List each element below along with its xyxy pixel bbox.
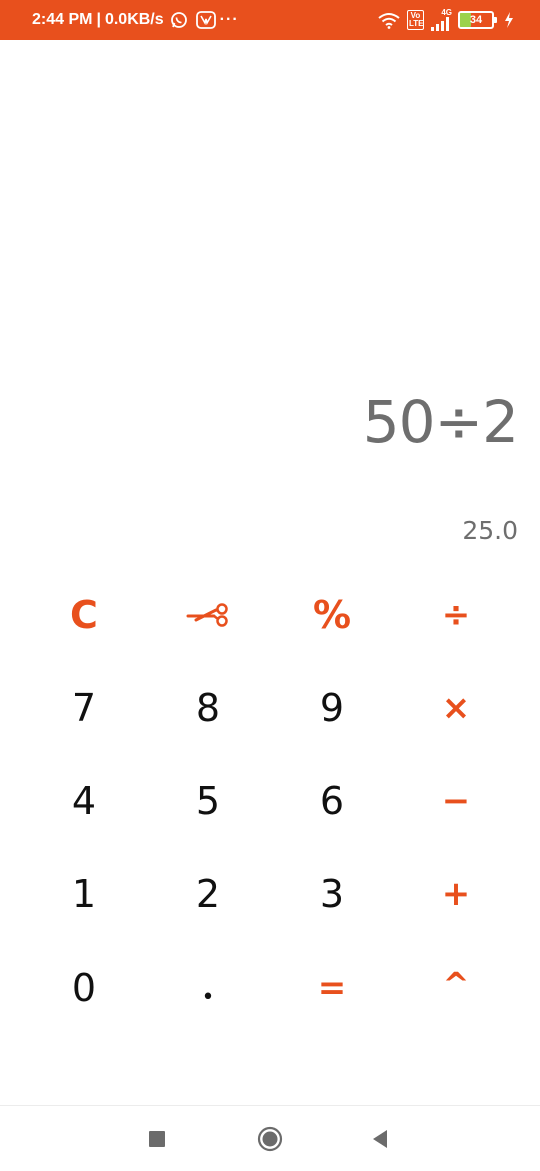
battery-icon: 34 xyxy=(458,11,497,29)
digit-7-button[interactable]: 7 xyxy=(29,673,139,743)
status-separator: | xyxy=(96,11,101,28)
multiply-label: × xyxy=(441,688,471,728)
circle-icon xyxy=(257,1126,283,1152)
digit-3-label: 3 xyxy=(319,872,345,916)
digit-5-label: 5 xyxy=(195,779,221,823)
status-time: 2:44 PM xyxy=(32,11,93,28)
power-button[interactable]: ^ xyxy=(401,953,511,1023)
digit-4-button[interactable]: 4 xyxy=(29,766,139,836)
digit-7-label: 7 xyxy=(71,686,97,730)
percent-label: % xyxy=(312,593,352,637)
square-icon xyxy=(149,1131,165,1147)
scissors-icon xyxy=(186,603,228,627)
navigation-bar xyxy=(0,1105,540,1171)
home-button[interactable] xyxy=(253,1122,287,1156)
triangle-back-icon xyxy=(373,1130,387,1148)
digit-9-label: 9 xyxy=(319,686,345,730)
status-left: 2:44 PM | 0.0KB/s ··· xyxy=(32,0,239,40)
status-right: Vo LTE 4G 34 xyxy=(377,0,514,40)
subtract-label: − xyxy=(441,781,471,821)
digit-2-label: 2 xyxy=(195,872,221,916)
expression-display: 50÷2 xyxy=(362,388,519,456)
digit-0-label: 0 xyxy=(71,966,97,1010)
digit-6-label: 6 xyxy=(319,779,345,823)
digit-6-button[interactable]: 6 xyxy=(277,766,387,836)
backspace-button[interactable] xyxy=(153,580,263,650)
digit-3-button[interactable]: 3 xyxy=(277,859,387,929)
clear-button[interactable]: C xyxy=(29,580,139,650)
digit-5-button[interactable]: 5 xyxy=(153,766,263,836)
app-notification-icon xyxy=(195,11,216,29)
status-bar: 2:44 PM | 0.0KB/s ··· Vo LTE 4G 34 xyxy=(0,0,540,40)
network-type-label: 4G xyxy=(441,8,452,17)
network-speed: 0.0KB/s xyxy=(104,11,164,28)
decimal-point-button[interactable]: • xyxy=(153,953,263,1023)
back-button[interactable] xyxy=(363,1122,397,1156)
recents-button[interactable] xyxy=(140,1122,174,1156)
digit-2-button[interactable]: 2 xyxy=(153,859,263,929)
add-button[interactable]: + xyxy=(401,859,511,929)
battery-level: 34 xyxy=(469,14,483,26)
cellular-signal-icon: 4G xyxy=(430,9,452,31)
multiply-button[interactable]: × xyxy=(401,673,511,743)
digit-0-button[interactable]: 0 xyxy=(29,953,139,1023)
decimal-point-label: • xyxy=(201,984,215,1010)
equals-button[interactable]: = xyxy=(277,953,387,1023)
digit-8-button[interactable]: 8 xyxy=(153,673,263,743)
equals-label: = xyxy=(317,968,347,1008)
volte-icon: Vo LTE xyxy=(407,10,424,30)
whatsapp-icon xyxy=(170,11,188,29)
clear-label: C xyxy=(70,593,98,637)
percent-button[interactable]: % xyxy=(277,580,387,650)
digit-4-label: 4 xyxy=(71,779,97,823)
result-display: 25.0 xyxy=(462,516,518,545)
add-label: + xyxy=(441,874,471,914)
divide-button[interactable]: ÷ xyxy=(401,580,511,650)
charging-bolt-icon xyxy=(504,12,514,28)
power-label: ^ xyxy=(442,965,470,1003)
subtract-button[interactable]: − xyxy=(401,766,511,836)
more-notifications-indicator: ··· xyxy=(219,11,239,28)
digit-8-label: 8 xyxy=(195,686,221,730)
digit-9-button[interactable]: 9 xyxy=(277,673,387,743)
digit-1-button[interactable]: 1 xyxy=(29,859,139,929)
wifi-icon xyxy=(377,11,401,29)
digit-1-label: 1 xyxy=(71,872,97,916)
divide-label: ÷ xyxy=(441,595,471,635)
